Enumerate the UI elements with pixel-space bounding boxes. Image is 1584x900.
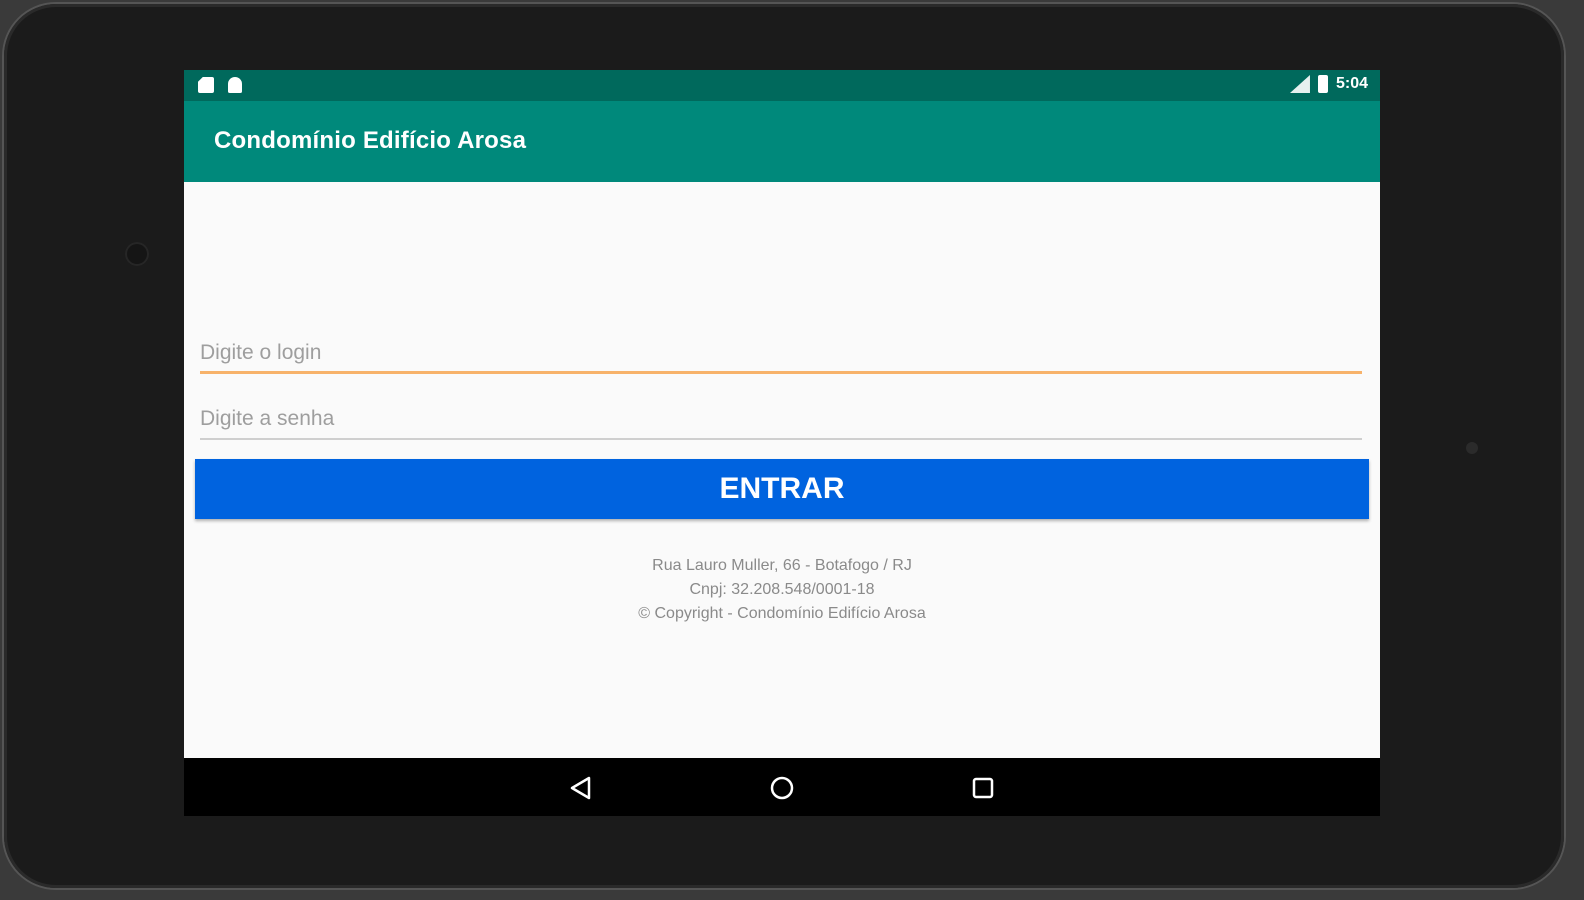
status-bar: 5:04 [184,70,1380,101]
recents-icon[interactable] [970,775,996,801]
enter-button[interactable]: ENTRAR [195,459,1369,519]
home-icon[interactable] [769,775,795,801]
password-field[interactable] [200,400,1362,440]
android-icon [228,77,242,93]
device-screen: 5:04 Condomínio Edifício Arosa ENTRAR Ru… [184,70,1380,816]
back-icon[interactable] [568,775,594,801]
status-time: 5:04 [1335,75,1368,92]
footer-cnpj: Cnpj: 32.208.548/0001-18 [689,581,875,598]
navigation-bar [184,758,1380,816]
footer: Rua Lauro Muller, 66 - Botafogo / RJ Cnp… [184,554,1380,626]
password-input[interactable] [200,400,1362,438]
password-underline [200,438,1362,440]
footer-copyright: © Copyright - Condomínio Edifício Arosa [638,605,926,622]
app-bar: Condomínio Edifício Arosa [184,101,1380,182]
front-camera [125,242,149,266]
system-icons: 5:04 [1289,75,1368,93]
signal-icon [1289,75,1310,93]
sd-card-icon [198,77,214,93]
notification-icons [198,77,242,93]
login-field[interactable] [200,334,1362,374]
login-underline [200,371,1362,374]
login-input[interactable] [200,334,1362,372]
battery-icon [1317,75,1328,93]
light-sensor [1466,442,1478,454]
app-title: Condomínio Edifício Arosa [214,127,527,154]
footer-address: Rua Lauro Muller, 66 - Botafogo / RJ [652,557,912,574]
